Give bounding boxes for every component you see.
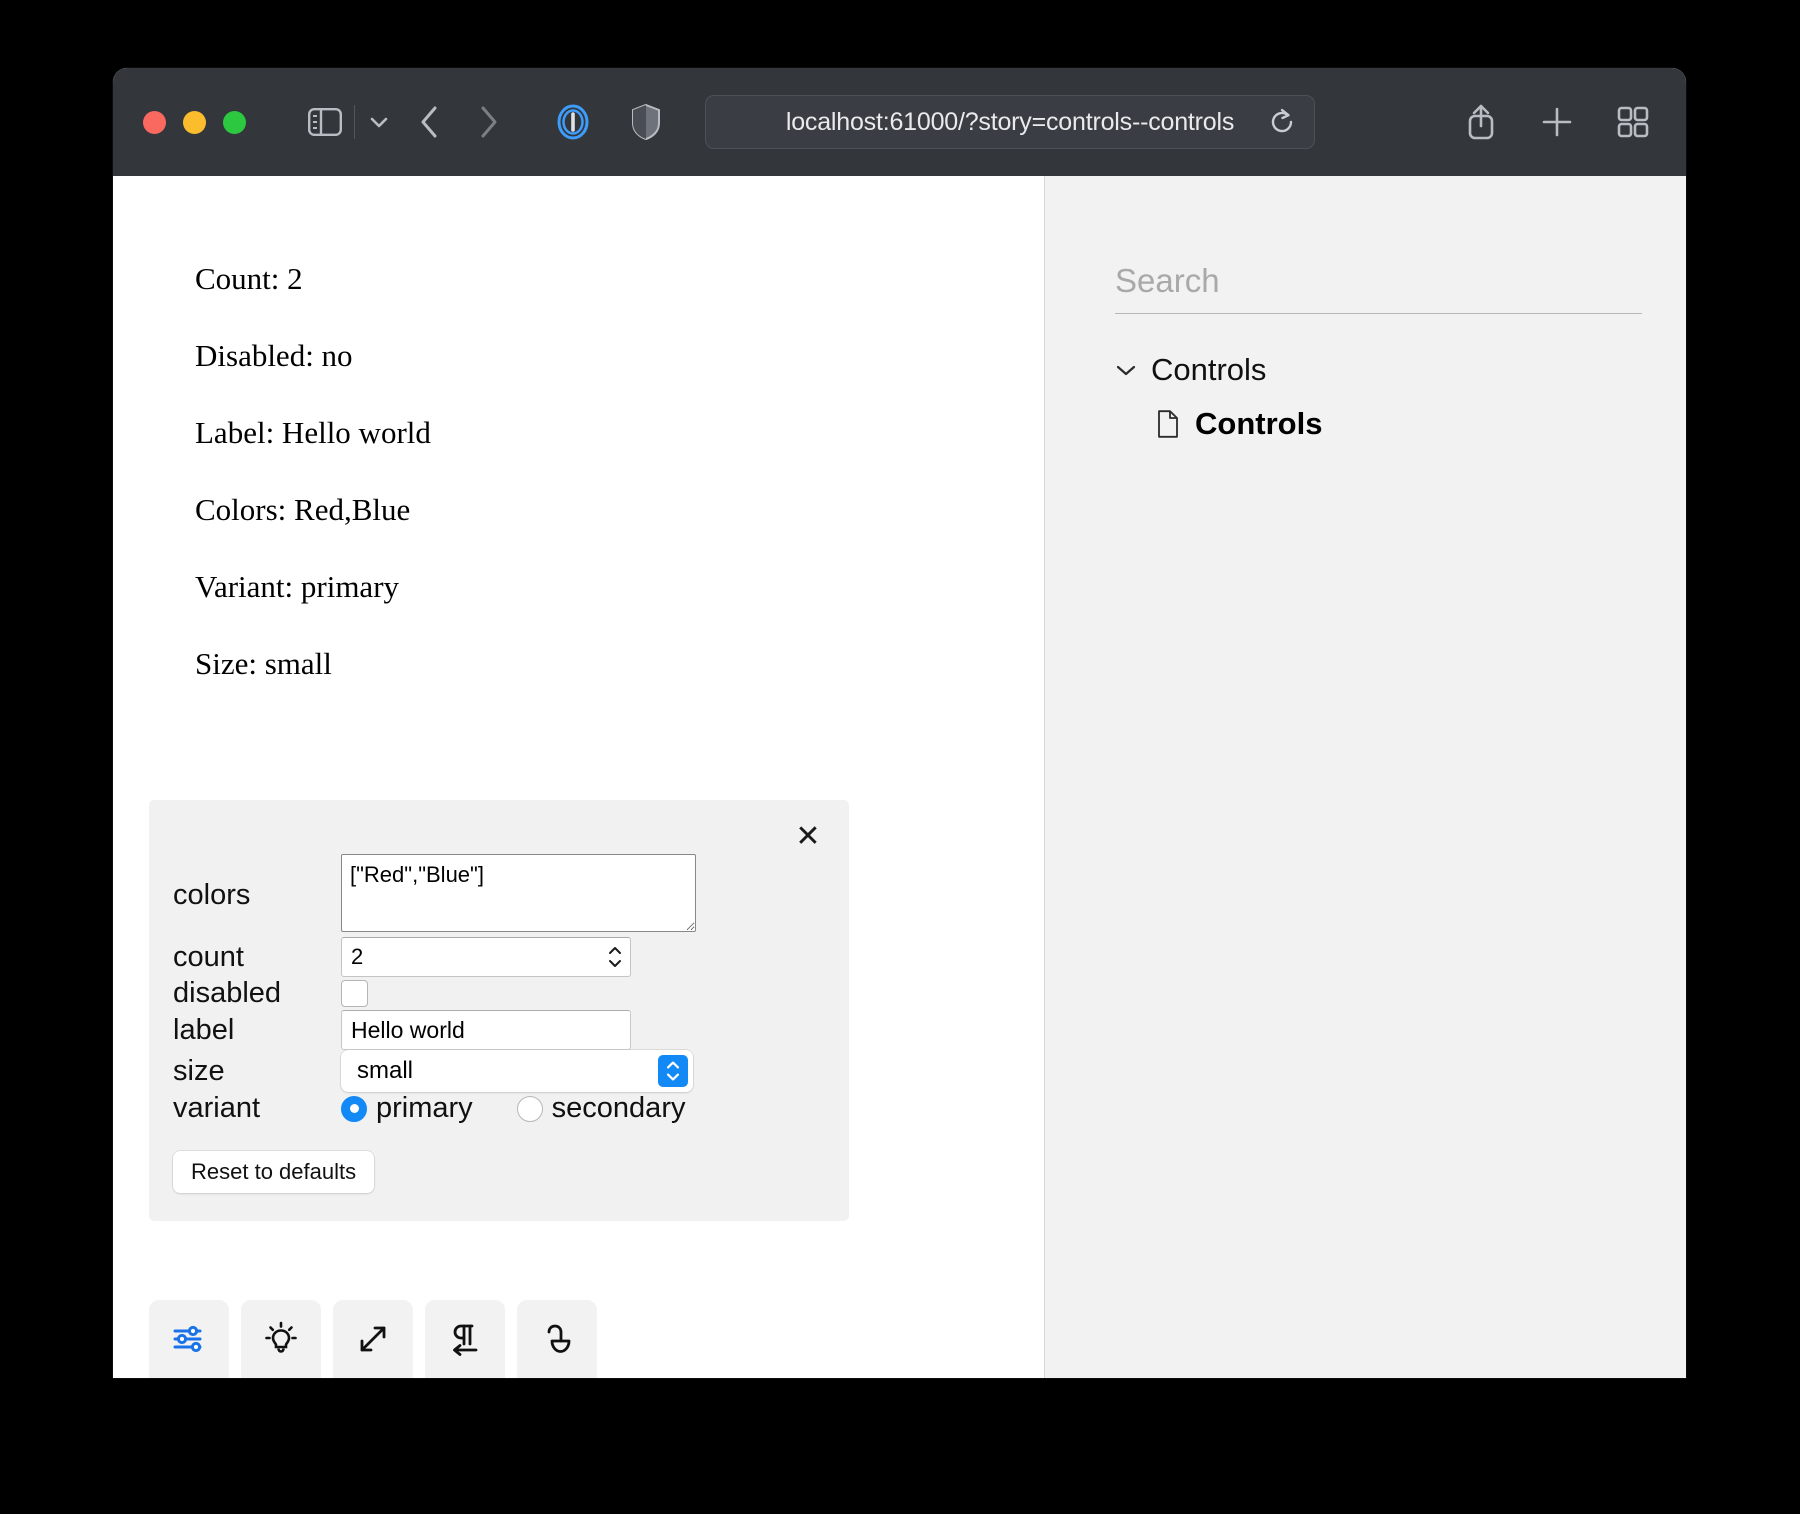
control-label-variant: variant <box>173 1092 341 1125</box>
expand-icon[interactable] <box>333 1300 413 1378</box>
content-area: Count: 2 Disabled: no Label: Hello world… <box>113 176 1686 1378</box>
variant-radio-group: primary secondary <box>341 1092 825 1125</box>
plus-icon[interactable] <box>1540 105 1574 139</box>
size-select-value: small <box>341 1057 413 1085</box>
rtl-paragraph-icon[interactable] <box>425 1300 505 1378</box>
control-row-count: count <box>173 937 825 977</box>
control-field-count <box>341 937 825 977</box>
close-icon[interactable]: ✕ <box>789 818 827 856</box>
chevron-down-icon[interactable] <box>367 113 391 131</box>
back-button[interactable] <box>417 103 443 141</box>
lightbulb-icon[interactable] <box>241 1300 321 1378</box>
forward-button[interactable] <box>475 103 501 141</box>
chevron-up-down-icon[interactable] <box>658 1055 688 1087</box>
story-tree: Controls Controls <box>1115 352 1642 442</box>
maximize-window-button[interactable] <box>223 111 246 134</box>
reload-icon[interactable] <box>1268 108 1296 136</box>
label-input[interactable] <box>341 1010 631 1050</box>
window-traffic-lights <box>143 111 246 134</box>
titlebar-right-actions <box>1464 102 1658 142</box>
browser-titlebar: localhost:61000/?story=controls--control… <box>113 68 1686 176</box>
preview-toolbar <box>149 1300 597 1378</box>
colors-textarea[interactable]: ["Red","Blue"] <box>341 854 696 932</box>
control-row-label: label <box>173 1010 825 1050</box>
output-line-label: Label: Hello world <box>195 416 1044 450</box>
onepassword-icon[interactable] <box>551 100 595 144</box>
control-row-colors: colors ["Red","Blue"] <box>173 854 825 937</box>
control-label-size: size <box>173 1050 341 1092</box>
sidebar-item-controls[interactable]: Controls <box>1157 406 1642 442</box>
variant-option-secondary[interactable]: secondary <box>517 1092 686 1125</box>
titlebar-divider <box>354 105 355 139</box>
control-label-disabled: disabled <box>173 977 341 1010</box>
search-input[interactable] <box>1115 262 1642 300</box>
radio-dot-secondary[interactable] <box>517 1096 543 1122</box>
count-input[interactable] <box>341 937 631 977</box>
output-line-variant: Variant: primary <box>195 570 1044 604</box>
disabled-checkbox[interactable] <box>341 980 368 1007</box>
shield-icon[interactable] <box>631 103 661 141</box>
count-stepper[interactable] <box>605 941 625 973</box>
control-row-variant: variant primary secondary <box>173 1092 825 1125</box>
browser-window: localhost:61000/?story=controls--control… <box>113 68 1686 1378</box>
output-line-count: Count: 2 <box>195 262 1044 296</box>
control-label-colors: colors <box>173 854 341 937</box>
measure-icon[interactable] <box>517 1300 597 1378</box>
story-preview-pane: Count: 2 Disabled: no Label: Hello world… <box>113 176 1044 1378</box>
output-line-size: Size: small <box>195 647 1044 681</box>
tree-group-label: Controls <box>1151 352 1266 388</box>
variant-label-secondary: secondary <box>552 1092 686 1125</box>
count-input-wrap <box>341 937 631 977</box>
control-row-disabled: disabled <box>173 977 825 1010</box>
control-row-size: size small <box>173 1050 825 1092</box>
close-window-button[interactable] <box>143 111 166 134</box>
share-icon[interactable] <box>1464 102 1498 142</box>
control-field-variant: primary secondary <box>341 1092 825 1125</box>
document-icon <box>1157 410 1179 438</box>
address-bar[interactable]: localhost:61000/?story=controls--control… <box>705 95 1315 149</box>
control-field-disabled <box>341 977 825 1010</box>
sidebar-item-label: Controls <box>1195 406 1322 442</box>
output-line-disabled: Disabled: no <box>195 339 1044 373</box>
control-field-colors: ["Red","Blue"] <box>341 854 825 937</box>
radio-dot-primary[interactable] <box>341 1096 367 1122</box>
output-line-colors: Colors: Red,Blue <box>195 493 1044 527</box>
minimize-window-button[interactable] <box>183 111 206 134</box>
variant-option-primary[interactable]: primary <box>341 1092 473 1125</box>
tab-overview-icon[interactable] <box>1616 105 1650 139</box>
control-label-count: count <box>173 937 341 977</box>
control-field-label <box>341 1010 825 1050</box>
search-field <box>1115 262 1642 314</box>
controls-panel: ✕ colors ["Red","Blue"] count <box>149 800 849 1221</box>
reset-to-defaults-button[interactable]: Reset to defaults <box>173 1151 374 1193</box>
controls-icon[interactable] <box>149 1300 229 1378</box>
control-field-size: small <box>341 1050 825 1092</box>
controls-table: colors ["Red","Blue"] count <box>173 854 825 1125</box>
chevron-down-icon[interactable] <box>1115 363 1137 377</box>
control-label-label: label <box>173 1010 341 1050</box>
story-output: Count: 2 Disabled: no Label: Hello world… <box>113 176 1044 682</box>
url-text: localhost:61000/?story=controls--control… <box>786 108 1234 137</box>
tree-group-controls[interactable]: Controls <box>1115 352 1642 388</box>
variant-label-primary: primary <box>376 1092 473 1125</box>
sidebar-toggle-icon[interactable] <box>308 108 342 136</box>
size-select[interactable]: small <box>341 1050 693 1092</box>
story-sidebar: Controls Controls <box>1044 176 1686 1378</box>
